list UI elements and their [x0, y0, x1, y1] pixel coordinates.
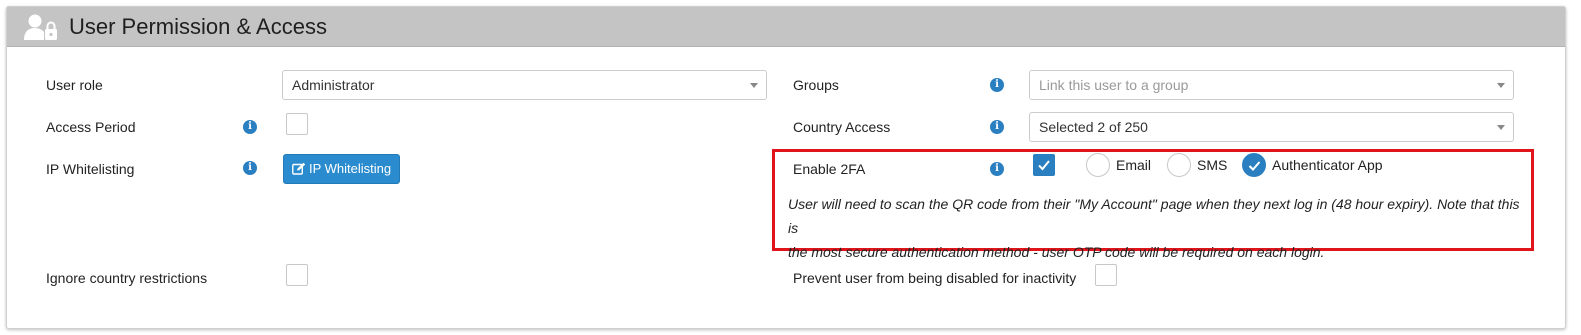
radio-email-label: Email	[1116, 157, 1152, 173]
info-icon[interactable]: i	[990, 162, 1004, 176]
radio-sms-label: SMS	[1197, 157, 1228, 173]
groups-select[interactable]: Link this user to a group	[1029, 70, 1514, 100]
prevent-disable-checkbox[interactable]	[1095, 264, 1117, 286]
info-icon[interactable]: i	[990, 78, 1004, 92]
prevent-disable-label: Prevent user from being disabled for ina…	[793, 270, 1077, 286]
page-title: User Permission & Access	[69, 14, 327, 39]
check-icon	[1038, 160, 1050, 171]
user-role-label: User role	[46, 77, 103, 93]
radio-authenticator-app-label: Authenticator App	[1272, 157, 1383, 173]
access-period-checkbox[interactable]	[286, 113, 308, 135]
enable-2fa-checkbox[interactable]	[1033, 154, 1055, 176]
user-lock-icon	[23, 13, 59, 41]
panel-header: User Permission & Access	[7, 7, 1565, 47]
ip-whitelisting-button[interactable]: IP Whitelisting	[283, 154, 401, 184]
2fa-note-line: User will need to scan the QR code from …	[788, 196, 1520, 236]
ignore-country-checkbox[interactable]	[286, 264, 308, 286]
user-role-value: Administrator	[292, 77, 375, 93]
ip-whitelisting-button-label: IP Whitelisting	[309, 161, 392, 176]
check-icon	[1248, 161, 1261, 171]
radio-email[interactable]	[1086, 153, 1110, 177]
2fa-note: User will need to scan the QR code from …	[788, 192, 1528, 264]
edit-icon	[292, 162, 306, 178]
access-period-label: Access Period	[46, 119, 136, 135]
info-icon[interactable]: i	[990, 120, 1004, 134]
ip-whitelisting-label: IP Whitelisting	[46, 161, 135, 177]
radio-authenticator-app[interactable]	[1242, 153, 1266, 177]
country-access-select[interactable]: Selected 2 of 250	[1029, 112, 1514, 142]
info-icon[interactable]: i	[243, 120, 257, 134]
radio-sms[interactable]	[1167, 153, 1191, 177]
chevron-down-icon	[750, 83, 758, 88]
enable-2fa-label: Enable 2FA	[793, 161, 866, 177]
country-access-value: Selected 2 of 250	[1039, 119, 1148, 135]
groups-placeholder: Link this user to a group	[1039, 77, 1189, 93]
groups-label: Groups	[793, 77, 839, 93]
country-access-label: Country Access	[793, 119, 891, 135]
user-role-select[interactable]: Administrator	[282, 70, 767, 100]
chevron-down-icon	[1497, 125, 1505, 130]
chevron-down-icon	[1497, 83, 1505, 88]
2fa-note-line: the most secure authentication method - …	[788, 244, 1325, 260]
ignore-country-label: Ignore country restrictions	[46, 270, 208, 286]
info-icon[interactable]: i	[243, 161, 257, 175]
